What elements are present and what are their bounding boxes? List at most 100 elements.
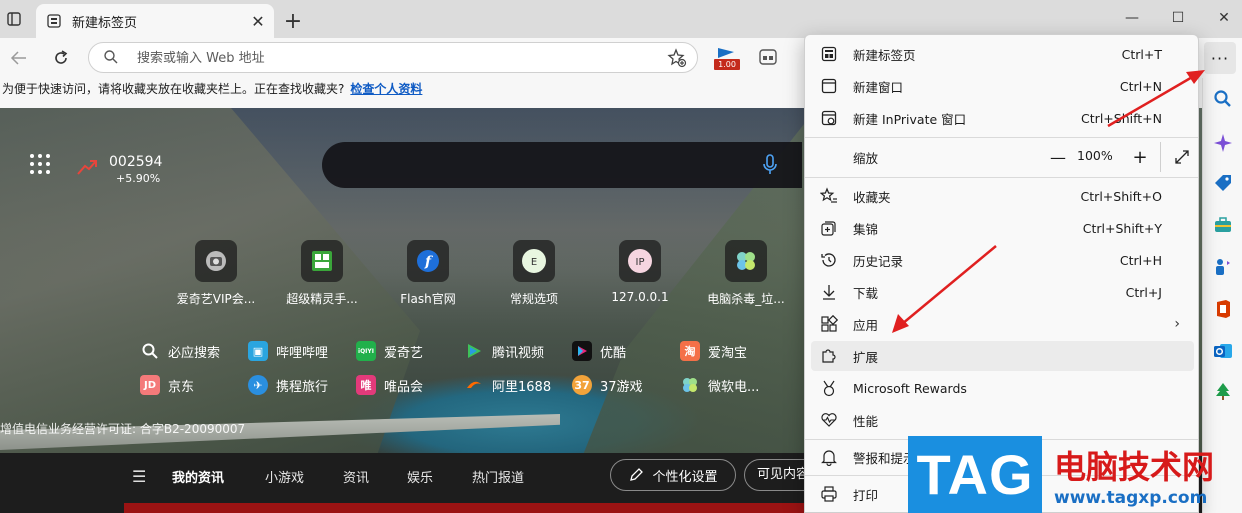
quick-link[interactable]: 必应搜索 xyxy=(140,340,220,362)
zoom-divider xyxy=(1160,142,1161,172)
outlook-icon[interactable] xyxy=(1212,340,1234,362)
menu-item-downloads[interactable]: 下载 Ctrl+J xyxy=(811,277,1194,307)
menu-item-shortcut: Ctrl+J xyxy=(1125,284,1162,300)
menu-item-label: 收藏夹 xyxy=(853,189,891,205)
menu-item-performance[interactable]: 性能 xyxy=(811,405,1194,435)
tools-icon[interactable] xyxy=(1212,214,1234,236)
copilot-sparkle-icon[interactable] xyxy=(1212,132,1234,154)
favorites-star-icon xyxy=(819,186,839,206)
menu-item-shortcut: Ctrl+H xyxy=(1119,252,1162,268)
svg-text:IP: IP xyxy=(636,257,645,268)
top-site-label: 常规选项 xyxy=(509,292,558,306)
menu-item-label: 历史记录 xyxy=(853,253,904,269)
tab-close-icon[interactable]: ✕ xyxy=(246,9,270,33)
ctrip-icon: ✈ xyxy=(248,375,268,395)
menu-item-collections[interactable]: 集锦 Ctrl+Shift+Y xyxy=(811,213,1194,243)
quick-link[interactable]: 37 37游戏 xyxy=(572,374,643,396)
pencil-icon xyxy=(630,468,644,481)
personalize-label: 个性化设置 xyxy=(652,469,718,485)
menu-item-shortcut: Ctrl+N xyxy=(1119,78,1162,94)
news-menu-icon[interactable]: ☰ xyxy=(132,467,146,486)
quick-link[interactable]: 阿里1688 xyxy=(464,374,551,396)
quick-link[interactable]: ▣ 哔哩哔哩 xyxy=(248,340,328,362)
web-search-box[interactable] xyxy=(322,142,802,188)
menu-item-extensions[interactable]: 扩展 xyxy=(811,341,1194,371)
office-icon[interactable] xyxy=(1212,298,1234,320)
back-button[interactable] xyxy=(4,43,34,73)
new-tab-page-icon xyxy=(46,13,62,29)
menu-item-shortcut: Ctrl+T xyxy=(1121,46,1162,62)
quick-link[interactable]: ✈ 携程旅行 xyxy=(248,374,328,396)
performance-heart-icon xyxy=(819,410,839,430)
menu-item-apps[interactable]: 应用 › xyxy=(811,309,1194,339)
quick-link[interactable]: 淘爱淘宝 xyxy=(680,340,747,362)
menu-item-label: 集锦 xyxy=(853,221,879,237)
news-tab-news[interactable]: 资讯 xyxy=(343,467,369,486)
settings-and-more-button[interactable]: ··· xyxy=(1204,42,1236,74)
menu-item-favorites[interactable]: 收藏夹 Ctrl+Shift+O xyxy=(811,181,1194,211)
zoom-in-button[interactable]: + xyxy=(1129,146,1151,168)
collections-button[interactable] xyxy=(758,48,778,70)
quick-link-label: 携程旅行 xyxy=(276,379,329,395)
search-icon[interactable] xyxy=(1212,88,1234,110)
quick-link[interactable]: 唯唯品会 xyxy=(356,374,423,396)
minimize-button[interactable]: — xyxy=(1112,4,1152,32)
check-profile-link[interactable]: 检查个人资料 xyxy=(350,82,422,96)
address-input[interactable] xyxy=(137,47,657,69)
quick-link[interactable]: 腾讯视频 xyxy=(464,340,544,362)
watermark-logo: TAG 电脑技术网 www.tagxp.com xyxy=(908,436,1242,513)
inprivate-icon xyxy=(819,108,839,128)
personalize-button[interactable]: 个性化设置 xyxy=(610,459,736,491)
games-icon[interactable] xyxy=(1212,256,1234,278)
tab-actions-button[interactable] xyxy=(0,5,28,33)
refresh-button[interactable] xyxy=(46,43,76,73)
quick-link[interactable]: JD 京东 xyxy=(140,374,194,396)
news-tab-entertainment[interactable]: 娱乐 xyxy=(407,467,433,486)
menu-item-rewards[interactable]: Microsoft Rewards xyxy=(811,373,1194,403)
quick-link[interactable]: 微软电... xyxy=(680,374,759,396)
menu-item-label: 新建 InPrivate 窗口 xyxy=(853,111,967,127)
tree-icon[interactable] xyxy=(1212,380,1234,402)
top-site-tile[interactable]: 爱奇艺VIP会... xyxy=(170,240,262,307)
add-favorite-icon[interactable] xyxy=(667,48,687,72)
shopping-tag-icon[interactable] xyxy=(1212,172,1234,194)
top-site-tile[interactable]: 电脑杀毒_垃... xyxy=(700,240,792,307)
top-site-tile[interactable]: IP 127.0.0.1 xyxy=(594,240,686,304)
extension-button[interactable]: 1.00 xyxy=(714,46,740,70)
news-tab-my-feed[interactable]: 我的资讯 xyxy=(172,467,224,486)
zoom-out-button[interactable]: — xyxy=(1047,146,1069,168)
news-tab-mini-games[interactable]: 小游戏 xyxy=(265,467,304,486)
menu-item-new-window[interactable]: 新建窗口 Ctrl+N xyxy=(811,71,1194,101)
top-site-label: Flash官网 xyxy=(400,292,456,306)
menu-item-new-inprivate[interactable]: 新建 InPrivate 窗口 Ctrl+Shift+N xyxy=(811,103,1194,133)
menu-item-history[interactable]: 历史记录 Ctrl+H xyxy=(811,245,1194,275)
top-site-label: 超级精灵手... xyxy=(286,292,358,306)
apps-grid-icon xyxy=(819,314,839,334)
jd-icon: JD xyxy=(140,375,160,395)
iqiyi-icon: iQIYI xyxy=(356,341,376,361)
quick-link[interactable]: iQIYI 爱奇艺 xyxy=(356,340,423,362)
top-site-tile[interactable]: E 常规选项 xyxy=(488,240,580,307)
vip-icon: 唯 xyxy=(356,375,376,395)
top-site-tile[interactable]: 超级精灵手... xyxy=(276,240,368,307)
menu-item-shortcut: Ctrl+Shift+Y xyxy=(1082,220,1162,236)
news-tab-trending[interactable]: 热门报道 xyxy=(472,467,524,486)
new-tab-button[interactable]: + xyxy=(280,8,306,34)
quick-link[interactable]: 优酷 xyxy=(572,340,626,362)
tab-new-tab[interactable]: 新建标签页 ✕ xyxy=(36,4,274,38)
fullscreen-icon[interactable] xyxy=(1171,146,1193,168)
window-close-button[interactable]: ✕ xyxy=(1204,4,1242,32)
address-bar[interactable] xyxy=(88,42,698,73)
app-launcher-icon[interactable] xyxy=(30,154,50,174)
stock-code: 002594 xyxy=(109,154,163,170)
menu-item-new-tab[interactable]: 新建标签页 Ctrl+T xyxy=(811,39,1194,69)
quick-link-label: 京东 xyxy=(168,379,195,395)
quick-link-label: 哔哩哔哩 xyxy=(276,345,329,361)
bing-search-icon xyxy=(140,341,160,361)
top-site-tile[interactable]: f Flash官网 xyxy=(382,240,474,307)
grid-app-icon xyxy=(301,240,343,282)
menu-separator xyxy=(805,137,1198,138)
maximize-button[interactable]: ☐ xyxy=(1158,4,1198,32)
microphone-icon[interactable] xyxy=(762,154,778,180)
zoom-spacer xyxy=(819,147,839,167)
